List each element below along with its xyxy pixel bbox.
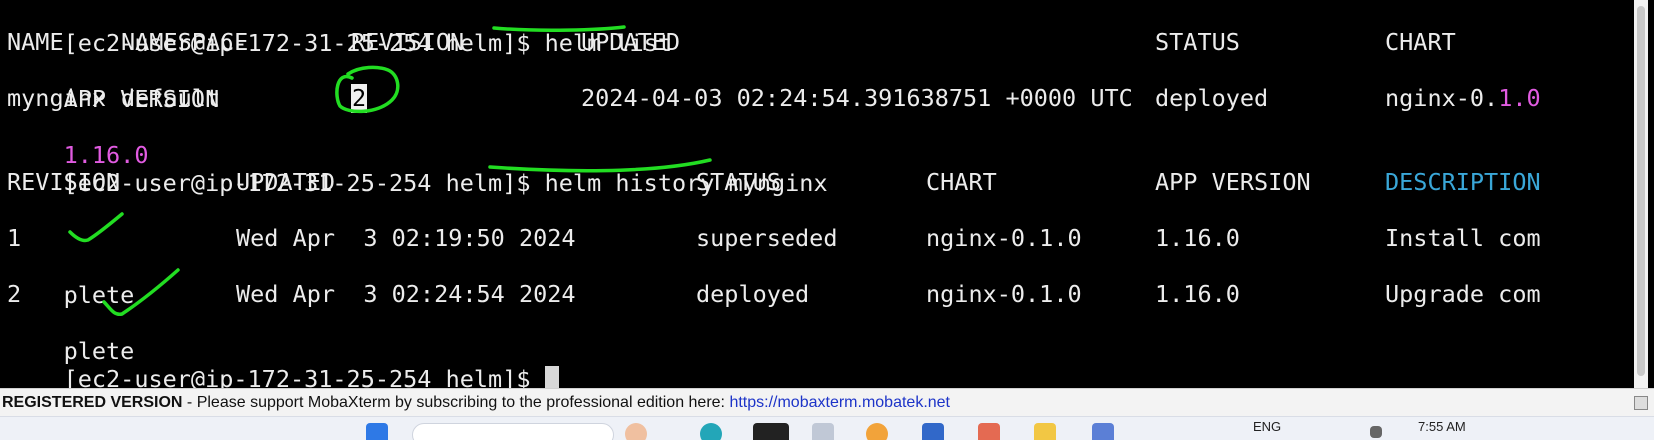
terminal-cursor xyxy=(544,366,559,388)
windows-start-icon[interactable] xyxy=(366,423,388,440)
list-header-revision: REVISION xyxy=(351,28,465,56)
history-cell-description: Install com xyxy=(1385,224,1541,252)
history-cell-chart: nginx-0.1.0 xyxy=(926,280,1082,308)
windows-taskbar: ENG 7:55 AM xyxy=(0,416,1654,440)
history-cell-description: Upgrade com xyxy=(1385,280,1541,308)
calendar-icon[interactable] xyxy=(1092,423,1114,440)
prompt: [ec2-user@ip-172-31-25-254 helm]$ xyxy=(63,365,545,388)
prompt-line-1: [ec2-user@ip-172-31-25-254 helm]$ helm l… xyxy=(7,0,672,57)
history-row-1: 1 Wed Apr 3 02:19:50 2024 superseded ngi… xyxy=(7,224,1627,253)
statusbar-separator: - xyxy=(182,394,197,411)
mobaxterm-link[interactable]: https://mobaxterm.mobatek.net xyxy=(729,394,950,411)
registered-version-label: REGISTERED VERSION xyxy=(2,394,183,411)
prompt-line-2: [ec2-user@ip-172-31-25-254 helm]$ helm h… xyxy=(7,140,828,197)
list-cell-revision: 2 xyxy=(351,84,368,113)
list-header-status: STATUS xyxy=(1155,28,1240,56)
search-highlight-icon xyxy=(625,423,647,440)
resize-grip-icon[interactable] xyxy=(1634,396,1648,410)
list-row: mynginx default 2 2024-04-03 02:24:54.39… xyxy=(7,84,1627,113)
chrome-icon[interactable] xyxy=(866,423,888,440)
mobaxterm-statusbar: REGISTERED VERSION - Please support Moba… xyxy=(0,388,1654,417)
statusbar-message: Please support MobaXterm by subscribing … xyxy=(196,394,730,411)
edge-icon[interactable] xyxy=(700,423,722,440)
list-header-chart: CHART xyxy=(1385,28,1456,56)
history-header-status: STATUS xyxy=(696,168,781,196)
prompt-line-3[interactable]: [ec2-user@ip-172-31-25-254 helm]$ xyxy=(7,336,559,388)
history-row-2: 2 Wed Apr 3 02:24:54 2024 deployed nginx… xyxy=(7,280,1627,309)
search-box[interactable] xyxy=(412,423,614,440)
list-header-name: NAME xyxy=(7,28,64,56)
history-cell-chart: nginx-0.1.0 xyxy=(926,224,1082,252)
history-row-1-wrap: plete xyxy=(7,252,135,309)
file-explorer-icon[interactable] xyxy=(1034,423,1056,440)
mobaxterm-taskbar-icon[interactable] xyxy=(753,423,789,440)
terminal-scrollbar[interactable] xyxy=(1634,0,1648,388)
terminal-window[interactable]: [ec2-user@ip-172-31-25-254 helm]$ helm l… xyxy=(0,0,1648,388)
list-cell-name: mynginx xyxy=(7,84,107,112)
history-header-app-version: APP VERSION xyxy=(1155,168,1311,196)
history-header-row: REVISION UPDATED STATUS CHART APP VERSIO… xyxy=(7,168,1627,197)
list-cell-namespace: default xyxy=(121,84,221,112)
history-row-2-wrap: plete xyxy=(7,308,135,365)
list-row-wrap: 1.16.0 xyxy=(7,112,149,169)
history-cell-app-version: 1.16.0 xyxy=(1155,280,1240,308)
history-header-revision: REVISION xyxy=(7,168,121,196)
list-cell-chart: nginx-0.1.0 xyxy=(1385,84,1541,113)
history-cell-updated: Wed Apr 3 02:24:54 2024 xyxy=(236,280,576,308)
language-indicator[interactable]: ENG xyxy=(1253,419,1281,434)
history-cell-revision: 1 xyxy=(7,224,22,252)
history-cell-app-version: 1.16.0 xyxy=(1155,224,1240,252)
history-cell-revision: 2 xyxy=(7,280,22,308)
list-header-row: NAME NAMESPACE REVISION UPDATED STATUS C… xyxy=(7,28,1627,57)
notepad-icon[interactable] xyxy=(812,423,834,440)
list-header-namespace: NAMESPACE xyxy=(121,28,249,56)
history-cell-status: deployed xyxy=(696,280,810,308)
app-icon[interactable] xyxy=(978,423,1000,440)
clock-time[interactable]: 7:55 AM xyxy=(1418,419,1466,434)
list-cell-chart-prefix: nginx-0. xyxy=(1385,84,1499,112)
list-header-wrap: APP VERSION xyxy=(7,56,220,113)
history-header-description: DESCRIPTION xyxy=(1385,168,1541,196)
network-icon[interactable] xyxy=(1370,426,1382,438)
history-header-updated: UPDATED xyxy=(236,168,336,196)
history-cell-updated: Wed Apr 3 02:19:50 2024 xyxy=(236,224,576,252)
scrollbar-thumb[interactable] xyxy=(1637,6,1645,376)
list-cell-updated: 2024-04-03 02:24:54.391638751 +0000 UTC xyxy=(581,84,1133,112)
list-cell-status: deployed xyxy=(1155,84,1269,112)
list-header-updated: UPDATED xyxy=(581,28,681,56)
history-header-chart: CHART xyxy=(926,168,997,196)
history-cell-status: superseded xyxy=(696,224,838,252)
vscode-icon[interactable] xyxy=(922,423,944,440)
list-cell-chart-suffix: 1.0 xyxy=(1498,84,1541,112)
